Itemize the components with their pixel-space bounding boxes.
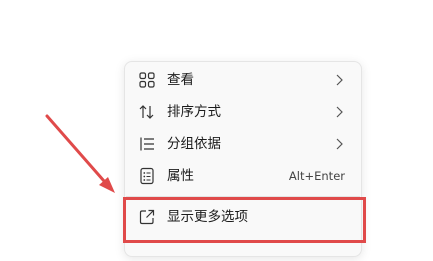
chevron-right-icon — [336, 106, 343, 118]
properties-icon — [140, 167, 154, 185]
menu-item-view-label: 查看 — [167, 72, 194, 88]
menu-item-sort-by-label: 排序方式 — [167, 104, 221, 120]
sort-arrows-icon — [139, 105, 154, 119]
menu-item-view[interactable]: 查看 — [125, 64, 361, 96]
shortcut-label: Alt+Enter — [288, 169, 345, 183]
chevron-right-icon — [336, 138, 343, 150]
chevron-right-icon — [336, 74, 343, 86]
view-grid-icon — [139, 72, 155, 88]
menu-item-properties-label: 属性 — [167, 168, 194, 184]
menu-item-group-by[interactable]: 分组依据 — [125, 128, 361, 160]
group-list-icon — [140, 137, 154, 151]
highlight-box — [123, 197, 366, 243]
menu-item-sort-by[interactable]: 排序方式 — [125, 96, 361, 128]
menu-item-group-by-label: 分组依据 — [167, 136, 221, 152]
menu-item-properties[interactable]: 属性 Alt+Enter — [125, 160, 361, 192]
